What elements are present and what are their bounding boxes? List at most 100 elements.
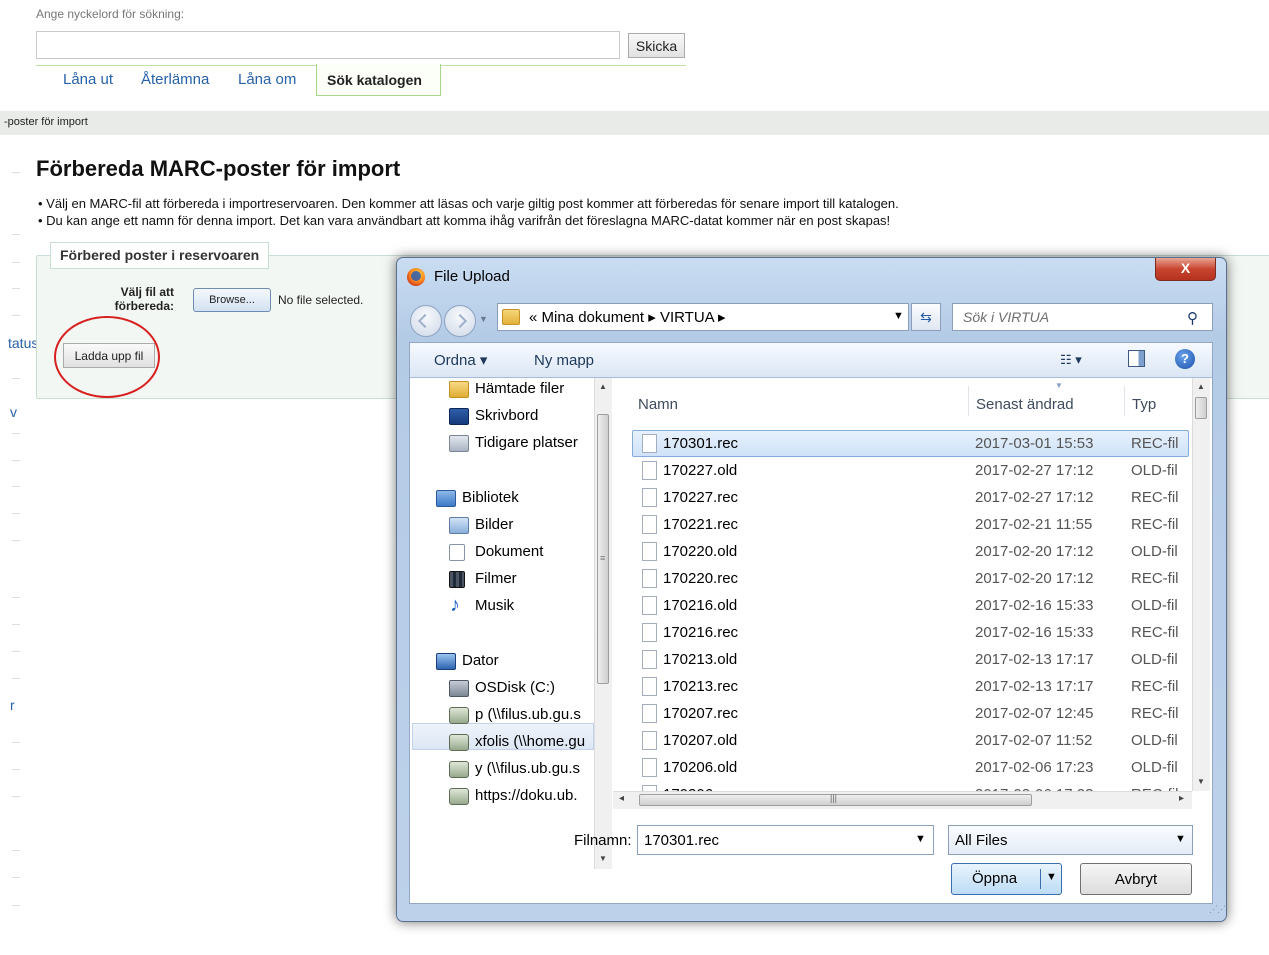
scrollbar-thumb[interactable]	[597, 414, 609, 684]
column-separator[interactable]	[1124, 386, 1125, 416]
file-row[interactable]: 170213.rec 2017-02-13 17:17 REC-fil	[630, 673, 1190, 700]
file-row[interactable]: 170227.rec 2017-02-27 17:12 REC-fil	[630, 484, 1190, 511]
column-header-type[interactable]: Typ	[1132, 396, 1156, 413]
recent-locations-dropdown[interactable]: ▼	[479, 314, 488, 324]
nav-item-network-y[interactable]: y (\\filus.ub.gu.s	[449, 760, 580, 778]
search-icon[interactable]: ⚲	[1187, 309, 1198, 327]
scrollbar-thumb[interactable]: |||	[639, 793, 1032, 806]
filename-dropdown-icon[interactable]: ▼	[915, 833, 926, 845]
navigation-scrollbar[interactable]: ▲ ≡ ▼	[594, 378, 612, 869]
file-row[interactable]: 170207.old 2017-02-07 11:52 OLD-fil	[630, 727, 1190, 754]
file-row[interactable]: 170221.rec 2017-02-21 11:55 REC-fil	[630, 511, 1190, 538]
sidebar-link[interactable]: r	[10, 697, 15, 713]
nav-item-network-xfolis[interactable]: xfolis (\\home.gu	[449, 733, 585, 751]
scroll-right-icon[interactable]: ▸	[1179, 793, 1184, 804]
file-date: 2017-02-07 11:52	[975, 732, 1093, 749]
file-date: 2017-02-06 17:23	[975, 759, 1094, 776]
search-submit-button[interactable]: Skicka	[628, 33, 685, 58]
file-row[interactable]: 170216.rec 2017-02-16 15:33 REC-fil	[630, 619, 1190, 646]
scroll-down-icon[interactable]: ▼	[599, 854, 607, 863]
nav-item-tidigare-platser[interactable]: Tidigare platser	[449, 434, 578, 452]
nav-item-osdisk[interactable]: OSDisk (C:)	[449, 679, 555, 697]
nav-label: Bilder	[475, 516, 514, 533]
scroll-up-icon[interactable]: ▲	[599, 382, 607, 391]
filename-input[interactable]: 170301.rec ▼	[637, 825, 934, 855]
file-row[interactable]: 170207.rec 2017-02-07 12:45 REC-fil	[630, 700, 1190, 727]
filter-dropdown-icon[interactable]: ▼	[1175, 833, 1186, 845]
file-type: OLD-fil	[1131, 732, 1178, 749]
column-header-date[interactable]: Senast ändrad	[976, 396, 1074, 413]
file-row[interactable]: 170216.old 2017-02-16 15:33 OLD-fil	[630, 592, 1190, 619]
file-label-line: Välj fil att	[120, 285, 174, 299]
nav-item-dokument[interactable]: Dokument	[449, 543, 543, 561]
open-button[interactable]: Öppna ▼	[951, 863, 1062, 895]
scrollbar-thumb[interactable]	[1195, 397, 1207, 419]
file-row[interactable]: 170220.old 2017-02-20 17:12 OLD-fil	[630, 538, 1190, 565]
column-header-name[interactable]: Namn	[638, 396, 678, 413]
folder-search-input[interactable]: Sök i VIRTUA ⚲	[952, 303, 1213, 331]
nav-item-bibliotek[interactable]: Bibliotek	[436, 489, 519, 507]
file-name: 170220.rec	[663, 570, 739, 587]
search-input[interactable]	[36, 31, 620, 59]
help-icon[interactable]: ?	[1175, 349, 1195, 369]
nav-item-dator[interactable]: Dator	[436, 652, 499, 670]
tab-sok-katalogen[interactable]: Sök katalogen	[316, 64, 441, 96]
scroll-left-icon[interactable]: ◂	[619, 793, 624, 804]
address-separator[interactable]: ▸	[648, 309, 656, 326]
file-list-scrollbar[interactable]: ▲ ▼	[1192, 378, 1210, 791]
column-separator[interactable]	[968, 386, 969, 416]
cancel-button[interactable]: Avbryt	[1080, 863, 1192, 895]
nav-item-skrivbord[interactable]: Skrivbord	[449, 407, 538, 425]
sidebar-link-status[interactable]: tatus	[8, 335, 38, 351]
file-type: REC-fil	[1131, 624, 1179, 641]
file-name: 170213.old	[663, 651, 738, 668]
nav-label: OSDisk (C:)	[475, 679, 555, 696]
nav-item-bilder[interactable]: Bilder	[449, 516, 514, 534]
file-icon	[642, 731, 657, 750]
address-crumb[interactable]: Mina dokument	[542, 309, 645, 326]
address-bar[interactable]: « Mina dokument ▸ VIRTUA ▸ ▼	[497, 303, 909, 331]
address-crumb[interactable]: VIRTUA	[660, 309, 714, 326]
close-button[interactable]: X	[1155, 258, 1216, 281]
file-type: OLD-fil	[1131, 759, 1178, 776]
view-options-icon[interactable]: ☷ ▾	[1060, 352, 1082, 368]
open-options-dropdown-icon[interactable]: ▼	[1046, 871, 1057, 883]
nav-item-filmer[interactable]: Filmer	[449, 570, 517, 588]
horizontal-scrollbar[interactable]: ◂ ||| ▸	[613, 791, 1192, 809]
file-name: 170207.old	[663, 732, 738, 749]
sidebar-link[interactable]: v	[10, 404, 17, 420]
breadcrumb-bar: -poster för import	[0, 111, 1269, 135]
tab-lana-om[interactable]: Låna om	[238, 64, 296, 96]
sidebar-divider	[12, 624, 20, 625]
file-name: 170301.rec	[663, 435, 739, 452]
nav-item-hamtade-filer[interactable]: Hämtade filer	[449, 380, 564, 398]
file-row[interactable]: 170301.rec 2017-03-01 15:53 REC-fil	[630, 430, 1190, 457]
new-folder-button[interactable]: Ny mapp	[534, 352, 594, 369]
organize-button[interactable]: Ordna ▾	[434, 351, 487, 369]
address-separator[interactable]: ▸	[718, 309, 726, 326]
nav-item-network-p[interactable]: p (\\filus.ub.gu.s	[449, 706, 581, 724]
resize-grip-icon[interactable]: ⋰⋰	[1209, 904, 1226, 915]
file-date: 2017-02-27 17:12	[975, 489, 1094, 506]
file-row[interactable]: 170213.old 2017-02-13 17:17 OLD-fil	[630, 646, 1190, 673]
refresh-icon[interactable]: ⇆	[911, 303, 941, 331]
file-icon	[642, 569, 657, 588]
nav-item-musik[interactable]: Musik	[449, 594, 514, 617]
nav-item-network-https[interactable]: https://doku.ub.	[449, 787, 578, 805]
address-overflow-chevron[interactable]: «	[529, 309, 537, 326]
address-dropdown-icon[interactable]: ▼	[893, 310, 904, 322]
file-row[interactable]: 170227.old 2017-02-27 17:12 OLD-fil	[630, 457, 1190, 484]
nav-label: Filmer	[475, 570, 517, 587]
forward-button[interactable]	[444, 305, 476, 337]
browse-button[interactable]: Browse...	[193, 288, 271, 312]
file-type-filter[interactable]: All Files ▼	[948, 825, 1193, 855]
scroll-up-icon[interactable]: ▲	[1197, 382, 1205, 391]
nav-label: https://doku.ub.	[475, 787, 578, 804]
file-row[interactable]: 170206.old 2017-02-06 17:23 OLD-fil	[630, 754, 1190, 781]
scroll-down-icon[interactable]: ▼	[1197, 777, 1205, 786]
tab-aterlamna[interactable]: Återlämna	[141, 64, 209, 96]
preview-pane-icon[interactable]	[1128, 350, 1145, 367]
file-row[interactable]: 170220.rec 2017-02-20 17:12 REC-fil	[630, 565, 1190, 592]
tab-lana-ut[interactable]: Låna ut	[63, 64, 113, 96]
back-button[interactable]	[410, 305, 442, 337]
